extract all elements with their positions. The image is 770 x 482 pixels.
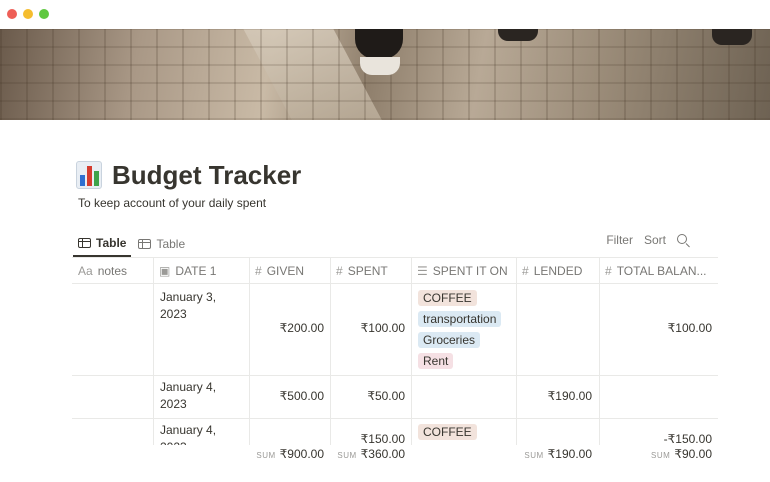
column-header-notes[interactable]: Aa notes bbox=[72, 257, 153, 284]
text-property-icon: Aa bbox=[78, 263, 93, 278]
spent-cell[interactable]: ₹100.00 bbox=[330, 320, 405, 337]
number-property-icon: # bbox=[255, 263, 262, 278]
sum-lended[interactable]: SUM ₹190.00 bbox=[516, 447, 592, 461]
table-icon bbox=[78, 237, 91, 248]
date-cell[interactable]: January 4, 2023 bbox=[160, 379, 245, 413]
search-icon[interactable] bbox=[677, 233, 690, 247]
column-header-given[interactable]: # GIVEN bbox=[249, 257, 330, 284]
table-icon bbox=[138, 238, 152, 249]
column-header-total-balance[interactable]: # TOTAL BALAN... bbox=[599, 257, 718, 284]
bar-chart-icon[interactable] bbox=[76, 161, 102, 189]
title-bar bbox=[0, 0, 770, 29]
list-icon: ☰ bbox=[417, 263, 428, 278]
number-property-icon: # bbox=[336, 263, 343, 278]
page-description[interactable]: To keep account of your daily spent bbox=[78, 196, 266, 210]
filter-button[interactable]: Filter bbox=[606, 233, 633, 247]
column-header-spent-it-on[interactable]: ☰ SPENT IT ON bbox=[411, 257, 516, 284]
app-window: Budget Tracker To keep account of your d… bbox=[0, 0, 770, 482]
sum-given[interactable]: SUM ₹900.00 bbox=[249, 447, 324, 461]
tag-chip: transportation bbox=[418, 311, 502, 327]
number-property-icon: # bbox=[522, 263, 529, 278]
table-row[interactable]: January 4, 2023 ₹150.00 COFFEE -₹150.00 bbox=[72, 419, 718, 445]
given-cell[interactable]: ₹200.00 bbox=[249, 320, 324, 337]
column-header-date[interactable]: ▣ DATE 1 bbox=[153, 257, 249, 284]
cover-image[interactable] bbox=[0, 29, 770, 120]
number-property-icon: # bbox=[605, 263, 612, 278]
minimize-window-button[interactable] bbox=[23, 9, 33, 19]
page-title[interactable]: Budget Tracker bbox=[112, 160, 301, 191]
calendar-icon: ▣ bbox=[159, 263, 171, 278]
date-cell[interactable]: January 3, 2023 bbox=[160, 289, 245, 323]
spent-it-on-cell[interactable]: COFFEE bbox=[418, 424, 513, 445]
total-balance-cell[interactable]: -₹150.00 bbox=[599, 431, 712, 445]
tag-chip: Rent bbox=[418, 353, 454, 369]
tag-chip: COFFEE bbox=[418, 424, 477, 440]
tab-table-2[interactable]: Table bbox=[133, 230, 190, 257]
page-header: Budget Tracker bbox=[76, 158, 301, 192]
given-cell[interactable]: ₹500.00 bbox=[249, 388, 324, 405]
tab-label: Table bbox=[156, 236, 186, 251]
calculation-row: SUM ₹900.00 SUM ₹360.00 SUM ₹190.00 SUM ₹90.… bbox=[72, 447, 718, 469]
total-balance-cell[interactable]: ₹100.00 bbox=[599, 320, 712, 337]
sort-button[interactable]: Sort bbox=[644, 233, 666, 247]
spent-cell[interactable]: ₹50.00 bbox=[330, 388, 405, 405]
spent-it-on-cell[interactable]: COFFEE transportation Groceries Rent bbox=[418, 290, 513, 374]
maximize-window-button[interactable] bbox=[39, 9, 49, 19]
date-cell[interactable]: January 4, 2023 bbox=[160, 422, 245, 445]
tab-label: Table bbox=[96, 235, 127, 250]
column-header-spent[interactable]: # SPENT bbox=[330, 257, 411, 284]
column-header-lended[interactable]: # LENDED bbox=[516, 257, 599, 284]
close-window-button[interactable] bbox=[7, 9, 17, 19]
tab-table-1[interactable]: Table bbox=[73, 230, 132, 257]
tag-chip: Groceries bbox=[418, 332, 481, 348]
sum-total-balance[interactable]: SUM ₹90.00 bbox=[599, 447, 712, 461]
spent-cell[interactable]: ₹150.00 bbox=[330, 431, 405, 445]
view-toolbar: Filter Sort bbox=[595, 233, 690, 247]
tag-chip: COFFEE bbox=[418, 290, 477, 306]
sum-spent[interactable]: SUM ₹360.00 bbox=[330, 447, 405, 461]
lended-cell[interactable]: ₹190.00 bbox=[516, 388, 592, 405]
view-tabs: Table Table bbox=[73, 230, 192, 257]
